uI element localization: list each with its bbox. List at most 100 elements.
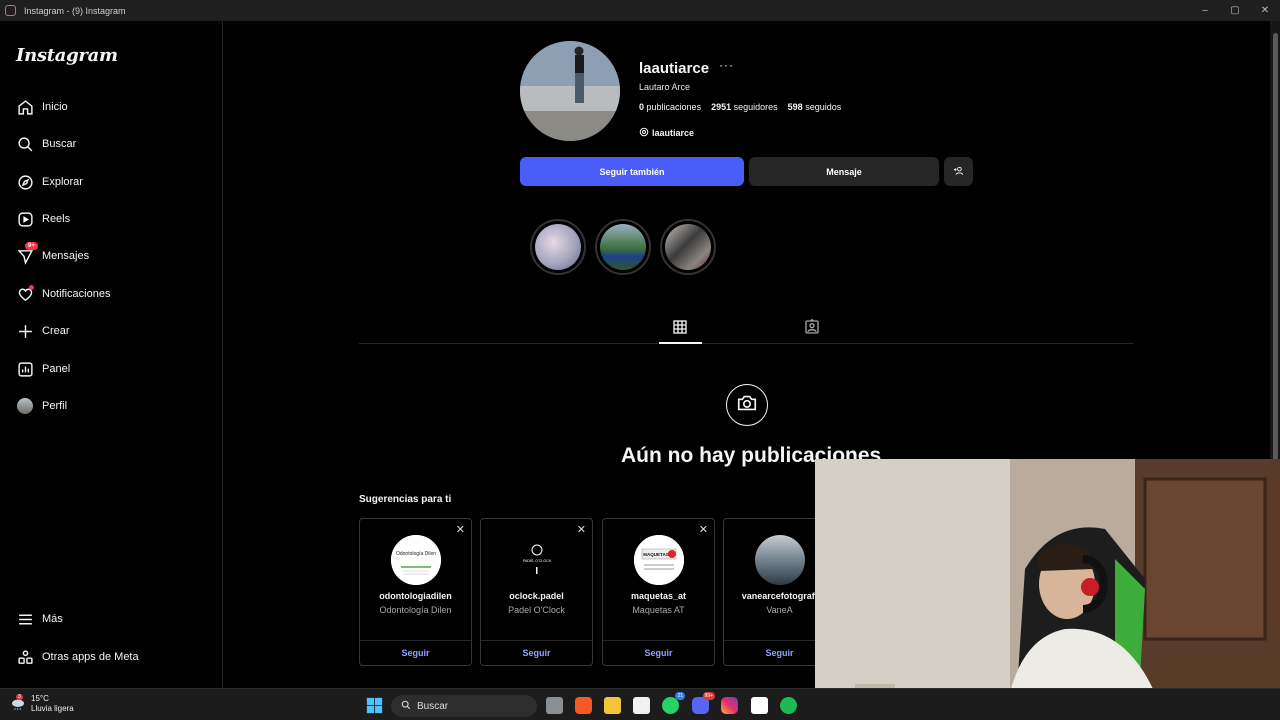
microsoft-store-icon[interactable] xyxy=(633,697,650,714)
sidebar-item-label: Reels xyxy=(42,213,71,225)
weather-temperature: 15°C xyxy=(31,694,49,703)
window-titlebar: Instagram - (9) Instagram – ▢ ✕ xyxy=(0,0,1280,21)
empty-camera-circle xyxy=(726,384,768,426)
active-tab-indicator xyxy=(659,342,702,344)
taskbar-search[interactable]: Buscar xyxy=(391,695,537,717)
story-highlight[interactable] xyxy=(530,219,586,275)
suggestion-username[interactable]: odontologiadilen xyxy=(360,591,471,601)
sidebar-item-label: Otras apps de Meta xyxy=(42,651,139,663)
tabs-divider xyxy=(359,343,1134,344)
messages-badge: 9+ xyxy=(25,242,38,250)
following-stat[interactable]: 598 seguidos xyxy=(788,102,842,112)
card-divider xyxy=(360,640,471,641)
plus-icon xyxy=(16,322,34,340)
instagram-taskbar-icon[interactable] xyxy=(721,697,738,714)
follow-button[interactable]: Seguir xyxy=(360,648,471,658)
reels-icon xyxy=(16,210,34,228)
suggestion-name: Maquetas AT xyxy=(632,605,685,615)
profile-full-name: Lautaro Arce xyxy=(639,82,691,92)
sidebar-item-reels[interactable]: Reels xyxy=(16,207,70,231)
grid-icon xyxy=(672,320,688,339)
window-title: Instagram - (9) Instagram xyxy=(24,5,126,16)
notion-icon[interactable] xyxy=(751,697,768,714)
sidebar-item-label: Más xyxy=(42,613,63,625)
file-explorer-icon[interactable] xyxy=(604,697,621,714)
suggestion-avatar[interactable]: MAQUETAS xyxy=(634,535,684,585)
tab-posts-grid[interactable] xyxy=(672,319,688,340)
message-button[interactable]: Mensaje xyxy=(749,157,939,186)
suggestion-avatar[interactable] xyxy=(755,535,805,585)
dismiss-icon[interactable]: ✕ xyxy=(456,523,465,536)
story-highlight[interactable] xyxy=(660,219,716,275)
follow-button[interactable]: Seguir xyxy=(603,648,714,658)
cloud-rain-icon: 3 xyxy=(10,694,26,711)
weather-description: Lluvia ligera xyxy=(31,704,74,713)
suggestion-avatar[interactable]: Odontología Dilen xyxy=(391,535,441,585)
dismiss-icon[interactable]: ✕ xyxy=(699,523,708,536)
threads-link[interactable]: laautiarce xyxy=(639,127,694,139)
follow-back-button[interactable]: Seguir también xyxy=(520,157,744,186)
suggestion-username[interactable]: oclock.padel xyxy=(481,591,592,601)
suggestion-username[interactable]: maquetas_at xyxy=(603,591,714,601)
maximize-button[interactable]: ▢ xyxy=(1220,0,1250,21)
close-button[interactable]: ✕ xyxy=(1250,0,1280,21)
add-user-button[interactable] xyxy=(944,157,973,186)
search-icon xyxy=(401,700,411,713)
spotify-icon[interactable] xyxy=(780,697,797,714)
sidebar-item-explore[interactable]: Explorar xyxy=(16,170,83,194)
windows-start-button[interactable] xyxy=(366,697,383,714)
posts-stat: 0 publicaciones xyxy=(639,102,702,112)
sidebar: Instagram Inicio Buscar Explorar Reels 9… xyxy=(0,21,223,688)
instagram-logo[interactable]: Instagram xyxy=(16,45,118,66)
sidebar-item-panel[interactable]: Panel xyxy=(16,357,70,381)
weather-widget[interactable]: 3 15°C Lluvia ligera xyxy=(10,694,74,714)
taskbar-search-placeholder: Buscar xyxy=(417,700,449,712)
sidebar-item-label: Buscar xyxy=(42,138,77,150)
heart-icon xyxy=(16,285,34,303)
story-highlight[interactable] xyxy=(595,219,651,275)
threads-icon xyxy=(639,127,649,139)
suggestion-card: ✕ Odontología Dilen odontologiadilen Odo… xyxy=(359,518,472,666)
followers-stat[interactable]: 2951 seguidores xyxy=(711,102,778,112)
tagged-icon xyxy=(804,318,820,339)
options-button[interactable]: ··· xyxy=(719,58,734,72)
profile-avatar[interactable] xyxy=(520,41,620,141)
sidebar-item-search[interactable]: Buscar xyxy=(16,132,76,156)
card-divider xyxy=(481,640,592,641)
whatsapp-icon[interactable]: 21 xyxy=(662,692,685,714)
brave-browser-icon[interactable] xyxy=(575,697,592,714)
sidebar-item-label: Notificaciones xyxy=(42,288,111,300)
search-icon xyxy=(16,135,34,153)
follow-button[interactable]: Seguir xyxy=(481,648,592,658)
sidebar-item-more[interactable]: Más xyxy=(16,607,63,631)
task-view-icon[interactable] xyxy=(546,697,563,714)
profile-username: laautiarce xyxy=(639,60,710,77)
card-divider xyxy=(603,640,714,641)
sidebar-item-messages[interactable]: 9+ Mensajes xyxy=(16,242,90,268)
home-icon xyxy=(16,98,34,116)
avatar-icon xyxy=(16,397,34,415)
add-user-icon xyxy=(953,165,964,178)
sidebar-item-home[interactable]: Inicio xyxy=(16,95,68,119)
sidebar-item-profile[interactable]: Perfil xyxy=(16,394,67,418)
suggestion-avatar[interactable]: PADEL O'CLOCK xyxy=(512,535,562,585)
tab-tagged[interactable] xyxy=(804,318,820,340)
suggestion-name: Odontología Dilen xyxy=(379,605,452,615)
minimize-button[interactable]: – xyxy=(1190,0,1220,21)
profile-stats: 0 publicaciones 2951 seguidores 598 segu… xyxy=(639,102,841,112)
dismiss-icon[interactable]: ✕ xyxy=(577,523,586,536)
suggestions-title: Sugerencias para ti xyxy=(359,494,452,505)
scrollbar-thumb[interactable] xyxy=(1273,33,1278,473)
discord-icon[interactable]: 99+ xyxy=(692,692,715,714)
sidebar-item-label: Perfil xyxy=(42,400,68,412)
camera-icon xyxy=(736,392,758,419)
sidebar-item-label: Mensajes xyxy=(42,250,90,262)
sidebar-item-create[interactable]: Crear xyxy=(16,319,70,343)
suggestion-name: Padel O'Clock xyxy=(508,605,565,615)
messenger-icon: 9+ xyxy=(16,242,38,265)
sidebar-item-notifications[interactable]: Notificaciones xyxy=(16,282,110,306)
sidebar-item-meta-apps[interactable]: Otras apps de Meta xyxy=(16,645,139,669)
taskbar: 3 15°C Lluvia ligera Buscar 21 99+ xyxy=(0,688,1280,720)
suggestion-card: ✕ PADEL O'CLOCK oclock.padel Padel O'Clo… xyxy=(480,518,593,666)
meta-apps-icon xyxy=(16,648,34,666)
